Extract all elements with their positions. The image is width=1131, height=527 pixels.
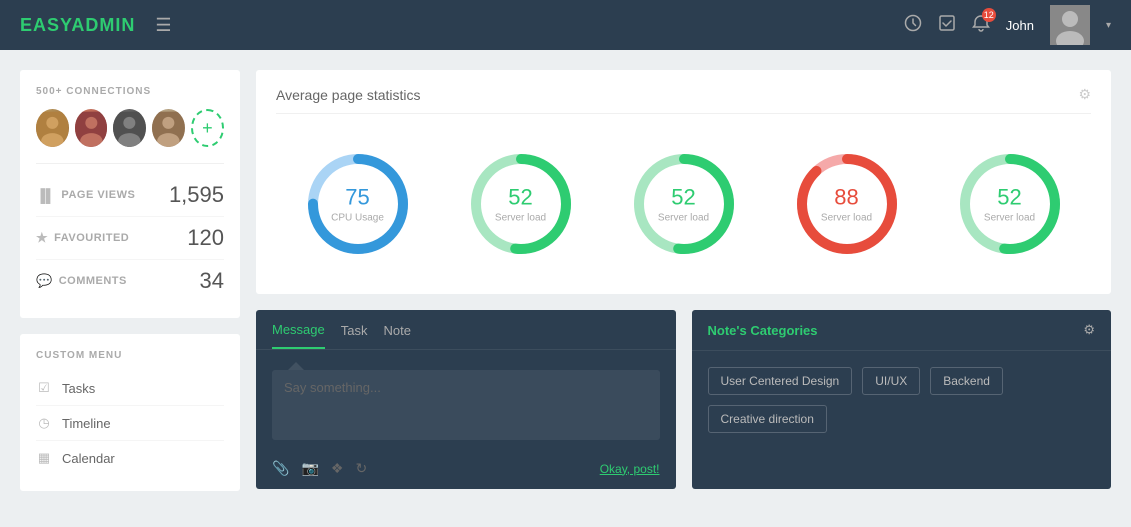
- message-actions: 📎 📷 ❖ ↻: [272, 460, 367, 477]
- pageviews-label: PAGE VIEWS: [61, 189, 135, 201]
- dropdown-arrow-icon[interactable]: ▾: [1106, 20, 1111, 31]
- avatar-2[interactable]: [75, 109, 108, 147]
- comments-value: 34: [200, 268, 224, 294]
- logo-admin: ADMIN: [71, 15, 135, 35]
- comments-stat: 💬 COMMENTS 34: [36, 260, 224, 302]
- menu-item-tasks[interactable]: ☑ Tasks: [36, 371, 224, 406]
- timeline-menu-label: Timeline: [62, 416, 111, 431]
- grid-icon[interactable]: ❖: [331, 460, 344, 477]
- comments-label: COMMENTS: [59, 275, 127, 287]
- tab-message[interactable]: Message: [272, 322, 325, 349]
- stats-title: Average page statistics: [276, 87, 421, 103]
- gauges-row: 75 CPU Usage 52 Server load 52 Server lo…: [276, 134, 1091, 274]
- stats-gear-icon[interactable]: ⚙: [1078, 86, 1091, 103]
- gauge-cpu: 75 CPU Usage: [298, 144, 418, 264]
- attach-icon[interactable]: 📎: [272, 460, 289, 477]
- gauge-load3: 88 Server load: [787, 144, 907, 264]
- note-tag-1[interactable]: UI/UX: [862, 367, 920, 395]
- gauge-svg-load1: [461, 144, 581, 264]
- pageviews-stat: ▐▌ PAGE VIEWS 1,595: [36, 174, 224, 217]
- camera-icon[interactable]: 📷: [301, 460, 318, 477]
- bottom-row: Message Task Note Say something... 📎 📷 ❖: [256, 310, 1111, 489]
- note-tag-3[interactable]: Creative direction: [708, 405, 827, 433]
- main-content: 500+ CONNECTIONS + ▐▌: [0, 50, 1131, 527]
- gauge-load2: 52 Server load: [624, 144, 744, 264]
- avatar-group: +: [36, 109, 224, 147]
- message-footer: 📎 📷 ❖ ↻ Okay, post!: [256, 452, 676, 489]
- header: EASYADMIN ☰ 12 John ▾: [0, 0, 1131, 50]
- calendar-menu-label: Calendar: [62, 451, 115, 466]
- menu-item-timeline[interactable]: ◷ Timeline: [36, 406, 224, 441]
- okay-post-button[interactable]: Okay, post!: [600, 462, 660, 476]
- tab-note[interactable]: Note: [383, 323, 410, 348]
- notifications-icon[interactable]: 12: [972, 14, 990, 37]
- favourited-stat: ★ FAVOURITED 120: [36, 217, 224, 260]
- comment-icon: 💬: [36, 273, 53, 289]
- connections-card: 500+ CONNECTIONS + ▐▌: [20, 70, 240, 318]
- tasks-menu-label: Tasks: [62, 381, 95, 396]
- notes-body: User Centered Design UI/UX Backend Creative…: [692, 351, 1112, 449]
- gauge-svg-load3: [787, 144, 907, 264]
- notes-gear-icon[interactable]: ⚙: [1083, 322, 1095, 338]
- message-card: Message Task Note Say something... 📎 📷 ❖: [256, 310, 676, 489]
- gauge-load4: 52 Server load: [950, 144, 1070, 264]
- favourited-label: FAVOURITED: [54, 232, 129, 244]
- tab-task[interactable]: Task: [341, 323, 368, 348]
- header-left: EASYADMIN ☰: [20, 15, 172, 36]
- hamburger-menu[interactable]: ☰: [155, 15, 171, 36]
- avatar-4[interactable]: [152, 109, 185, 147]
- avatar-3[interactable]: [113, 109, 146, 147]
- gauge-load1: 52 Server load: [461, 144, 581, 264]
- gauge-svg-load4: [950, 144, 1070, 264]
- message-arrow: [288, 362, 304, 370]
- add-connection-button[interactable]: +: [191, 109, 224, 147]
- message-body: Say something...: [256, 350, 676, 452]
- notes-card: Note's Categories ⚙ User Centered Design…: [692, 310, 1112, 489]
- header-right: 12 John ▾: [904, 5, 1111, 45]
- calendar-menu-icon: ▦: [36, 450, 52, 466]
- logo: EASYADMIN: [20, 15, 135, 36]
- connections-label: 500+ CONNECTIONS: [36, 86, 224, 97]
- logo-easy: EASY: [20, 15, 71, 35]
- stats-card: Average page statistics ⚙ 75 CPU Usage 5…: [256, 70, 1111, 294]
- message-placeholder: Say something...: [284, 380, 381, 395]
- custom-menu-label: CUSTOM MENU: [36, 350, 224, 361]
- star-icon: ★: [36, 230, 48, 246]
- stats-header: Average page statistics ⚙: [276, 86, 1091, 103]
- note-tag-2[interactable]: Backend: [930, 367, 1003, 395]
- refresh-icon[interactable]: ↻: [355, 460, 367, 477]
- pageviews-value: 1,595: [169, 182, 224, 208]
- user-avatar[interactable]: [1050, 5, 1090, 45]
- gauge-svg-cpu: [298, 144, 418, 264]
- avatar-1[interactable]: [36, 109, 69, 147]
- favourited-value: 120: [187, 225, 224, 251]
- gauge-svg-load2: [624, 144, 744, 264]
- notes-title: Note's Categories: [708, 323, 818, 338]
- sidebar: 500+ CONNECTIONS + ▐▌: [20, 70, 240, 507]
- message-input-area[interactable]: Say something...: [272, 370, 660, 440]
- timeline-menu-icon: ◷: [36, 415, 52, 431]
- clock-icon[interactable]: [904, 14, 922, 37]
- custom-menu-card: CUSTOM MENU ☑ Tasks ◷ Timeline ▦ Calenda…: [20, 334, 240, 491]
- bar-chart-icon: ▐▌: [36, 188, 55, 203]
- notes-header: Note's Categories ⚙: [692, 310, 1112, 351]
- message-tabs: Message Task Note: [256, 310, 676, 350]
- tasks-icon[interactable]: [938, 14, 956, 37]
- content-area: Average page statistics ⚙ 75 CPU Usage 5…: [256, 70, 1111, 507]
- username-label[interactable]: John: [1006, 18, 1034, 33]
- note-tag-0[interactable]: User Centered Design: [708, 367, 853, 395]
- notification-badge: 12: [982, 8, 996, 22]
- menu-item-calendar[interactable]: ▦ Calendar: [36, 441, 224, 475]
- tasks-menu-icon: ☑: [36, 380, 52, 396]
